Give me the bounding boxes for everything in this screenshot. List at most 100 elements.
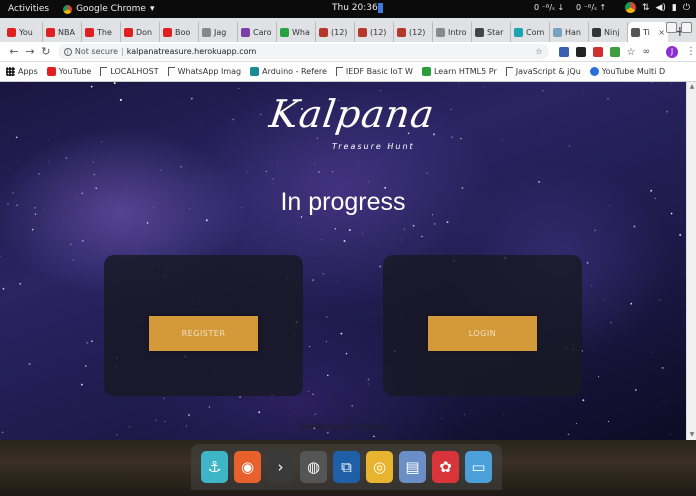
menu-icon[interactable]: ⋮	[686, 46, 696, 57]
tab-label: Ninj	[604, 27, 620, 37]
star-dot	[155, 419, 157, 421]
bookmark-item[interactable]: Learn HTML5 Pr	[421, 67, 497, 76]
tab[interactable]: Jag	[199, 22, 238, 42]
back-icon[interactable]: ←	[6, 45, 22, 58]
bookmark-item[interactable]: Apps	[6, 67, 38, 76]
network-icon[interactable]: ⇅	[642, 3, 650, 13]
star-dot	[80, 383, 83, 386]
activities-button[interactable]: Activities	[8, 4, 49, 14]
star-dot	[34, 207, 36, 209]
page-scrollbar[interactable]: ▲ ▼	[686, 82, 696, 440]
star-dot	[95, 187, 97, 190]
address-separator: |	[121, 47, 124, 56]
terminal-icon[interactable]: ›	[267, 451, 294, 483]
star-dot	[538, 181, 540, 183]
tab-favicon-icon	[475, 27, 484, 37]
reload-icon[interactable]: ↻	[38, 45, 54, 58]
profile-avatar[interactable]: J	[666, 45, 678, 58]
clock[interactable]: Thu 20:36	[332, 3, 383, 13]
forward-icon[interactable]: →	[22, 45, 38, 58]
star-dot	[668, 145, 669, 146]
tab[interactable]: Intro	[433, 22, 472, 42]
tab[interactable]: Star	[472, 22, 511, 42]
scroll-down-icon[interactable]: ▼	[687, 430, 696, 440]
media-app-icon[interactable]: ✿	[432, 451, 459, 483]
close-tab-icon[interactable]: ×	[658, 28, 665, 37]
tab[interactable]: Boo	[160, 22, 199, 42]
bookmark-item[interactable]: JavaScript & jQu	[505, 67, 581, 76]
star-dot	[116, 434, 118, 436]
tab-label: Wha	[292, 27, 310, 37]
bookmark-item[interactable]: LOCALHOST	[100, 67, 159, 76]
tab-favicon-icon	[358, 27, 367, 37]
tab[interactable]: NBA	[43, 22, 82, 42]
clock-text: Thu 20:36	[332, 3, 378, 13]
tab[interactable]: Han	[550, 22, 589, 42]
star-dot	[163, 397, 165, 400]
chrome-icon[interactable]: ◎	[366, 451, 393, 483]
login-button[interactable]: LOGIN	[428, 316, 537, 351]
star-dot	[19, 282, 22, 285]
star-extension-icon[interactable]: ☆	[627, 47, 636, 58]
files-icon[interactable]: ▤	[399, 451, 426, 483]
extension-icon-3[interactable]	[592, 46, 603, 57]
firefox-icon[interactable]: ◉	[234, 451, 261, 483]
tab-favicon-icon	[319, 27, 328, 37]
bookmark-item[interactable]: YouTube	[46, 67, 91, 76]
infinity-extension-icon[interactable]: ∞	[643, 47, 651, 57]
bookmark-item[interactable]: YouTube Multi D	[589, 67, 665, 76]
tab[interactable]: (12)	[355, 22, 394, 42]
logo-tagline: Treasure Hunt	[332, 142, 415, 151]
tab[interactable]: (12)	[394, 22, 433, 42]
tab[interactable]: Wha	[277, 22, 316, 42]
star-dot	[81, 239, 84, 243]
address-bar[interactable]: i Not secure | kalpanatreasure.herokuapp…	[57, 44, 549, 59]
star-dot	[314, 163, 316, 165]
star-dot	[654, 197, 656, 199]
system-tray[interactable]: ⇅ ◀) ▮ ⏻	[624, 2, 690, 13]
star-dot	[238, 88, 240, 89]
battery-icon[interactable]: ▮	[672, 3, 677, 13]
star-dot	[610, 322, 612, 324]
register-button[interactable]: REGISTER	[149, 316, 258, 351]
net-down-indicator: 0 ⁻ᴮ/ₛ ↓	[534, 3, 565, 12]
page-icon	[100, 67, 108, 76]
chrome-tray-icon[interactable]	[624, 2, 636, 13]
volume-icon[interactable]: ◀)	[655, 3, 665, 13]
star-dot	[92, 161, 94, 163]
tab[interactable]: Ninj	[589, 22, 628, 42]
minimize-button[interactable]	[666, 22, 677, 33]
maximize-button[interactable]	[681, 22, 692, 33]
show-desktop-icon[interactable]: ▭	[465, 451, 492, 483]
tab[interactable]: Don	[121, 22, 160, 42]
tab-label: The	[97, 27, 112, 37]
star-dot	[607, 420, 609, 422]
bookmark-item[interactable]: Arduino - Refere	[250, 67, 327, 76]
extension-icon-4[interactable]	[609, 46, 620, 57]
tab[interactable]: Caro	[238, 22, 277, 42]
tab[interactable]: (12)	[316, 22, 355, 42]
bookmark-star-icon[interactable]: ☆	[535, 47, 542, 56]
star-dot	[321, 239, 323, 241]
extension-icon-1[interactable]	[558, 46, 569, 57]
tab[interactable]: You	[4, 22, 43, 42]
vscode-icon[interactable]: ⧉	[333, 451, 360, 483]
tab-label: Com	[526, 27, 545, 37]
tab[interactable]: The	[82, 22, 121, 42]
bookmarks-bar: Apps YouTube LOCALHOST WhatsApp Imag Arduino…	[0, 62, 696, 82]
star-dot	[173, 251, 175, 252]
scroll-up-icon[interactable]: ▲	[687, 82, 696, 92]
anchor-app-icon[interactable]: ⚓	[201, 451, 228, 483]
extension-icon-2[interactable]	[575, 46, 586, 57]
bookmark-item[interactable]: IEDF Basic IoT W	[335, 67, 413, 76]
tab[interactable]: Com	[511, 22, 550, 42]
bookmark-item[interactable]: WhatsApp Imag	[167, 67, 241, 76]
app-menu[interactable]: Google Chrome ▾	[63, 4, 155, 14]
info-icon[interactable]: i	[63, 47, 72, 56]
power-icon[interactable]: ⏻	[683, 3, 690, 13]
bookmark-label: Arduino - Refere	[262, 67, 327, 76]
speaker-app-icon[interactable]: ◍	[300, 451, 327, 483]
tab-label: Intro	[448, 27, 467, 37]
bookmark-label: LOCALHOST	[110, 67, 159, 76]
tab-active[interactable]: Ti ×	[628, 22, 668, 42]
